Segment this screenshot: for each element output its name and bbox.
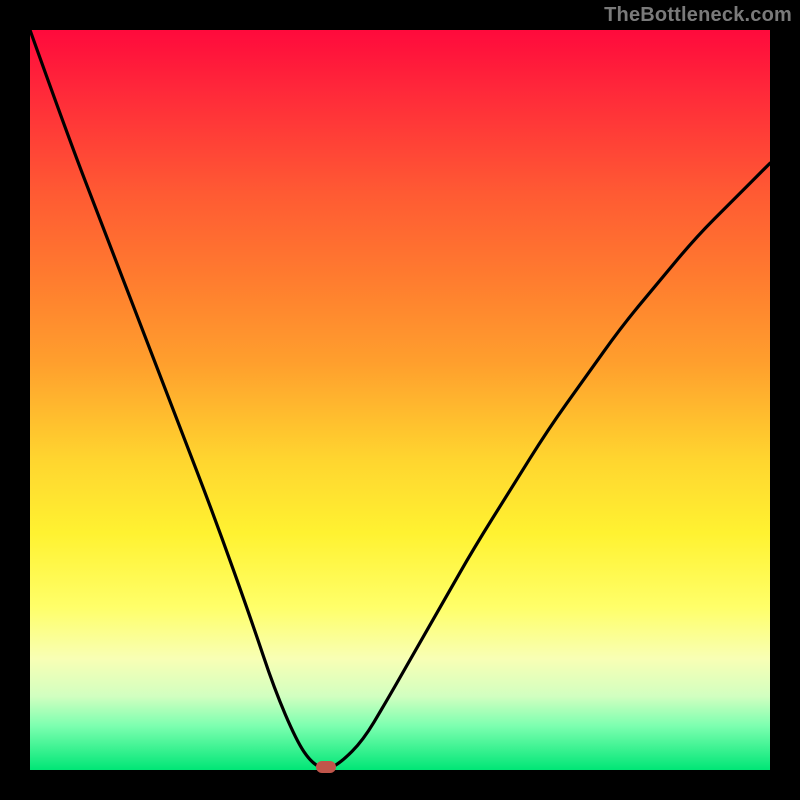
curve-path <box>30 30 770 768</box>
plot-area <box>30 30 770 770</box>
watermark-text: TheBottleneck.com <box>604 4 792 27</box>
chart-frame: TheBottleneck.com <box>0 0 800 800</box>
bottleneck-curve <box>30 30 770 770</box>
minimum-marker <box>316 761 336 773</box>
